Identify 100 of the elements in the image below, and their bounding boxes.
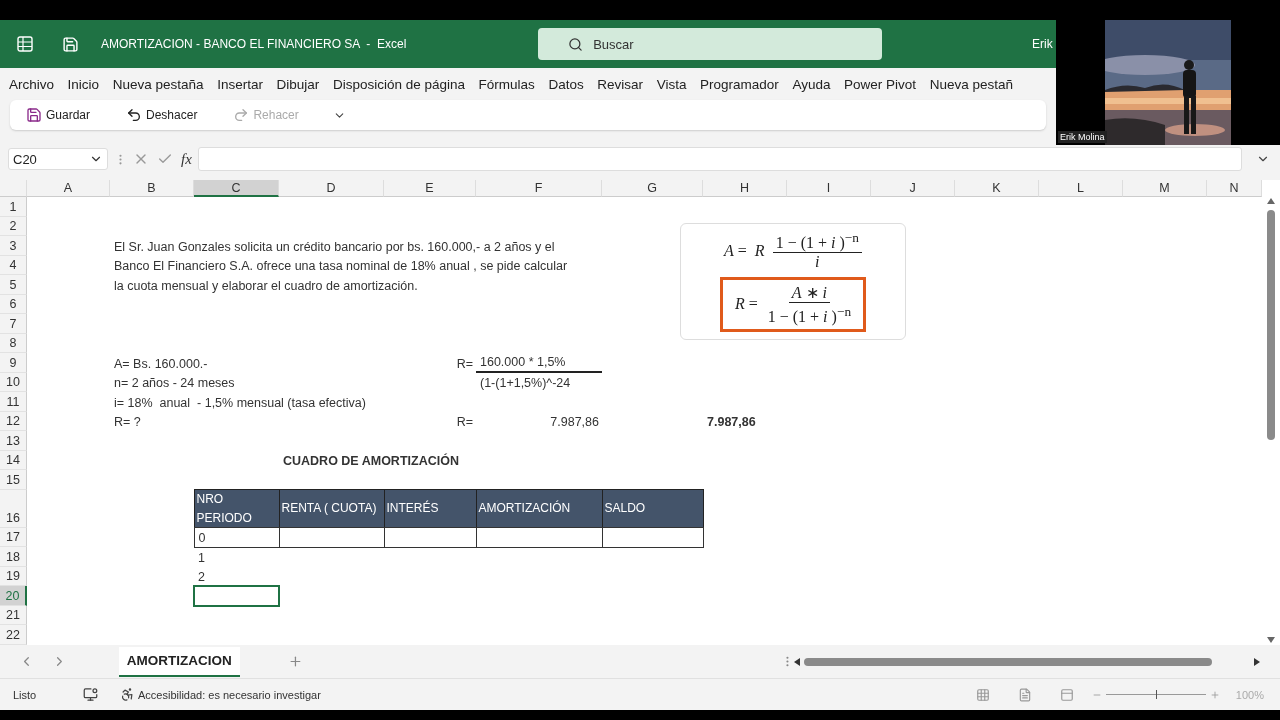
table-header-cell: NRO PERIODO (193, 489, 280, 528)
scroll-down-icon[interactable] (1267, 637, 1275, 643)
scroll-left-icon[interactable] (793, 657, 800, 666)
row-header[interactable]: 18 (0, 547, 27, 567)
column-header[interactable]: J (871, 180, 955, 197)
insert-function-button[interactable]: fx (181, 150, 192, 168)
column-header[interactable]: N (1207, 180, 1262, 197)
column-header[interactable]: F (476, 180, 602, 197)
cell-text: i= 18% anual - 1,5% mensual (tasa efectiva) (114, 395, 366, 410)
participant-name: Erik Molina (1058, 131, 1107, 143)
accessibility-status[interactable]: Accesibilidad: es necesario investigar (138, 688, 321, 701)
cell-text: R= (456, 356, 473, 371)
undo-button[interactable]: Deshacer (124, 105, 200, 125)
ribbon-tab[interactable]: Insertar (217, 76, 263, 92)
row-header[interactable]: 11 (0, 392, 27, 412)
column-header[interactable]: A (27, 180, 110, 197)
spreadsheet-icon (17, 36, 33, 52)
cell-text: (1-(1+1,5%)^-24 (480, 376, 571, 390)
add-sheet-icon[interactable] (287, 654, 303, 669)
table-header-cell: SALDO (601, 489, 704, 528)
page-layout-icon[interactable] (1017, 687, 1032, 702)
cell-text: 7.987,86 (550, 415, 599, 429)
accessibility-icon[interactable] (120, 687, 135, 702)
column-header[interactable]: K (955, 180, 1039, 197)
table-header-cell: INTERÉS (383, 489, 477, 528)
formula-input[interactable] (197, 147, 1242, 171)
formula-denominator: i (815, 253, 820, 272)
ribbon-tab[interactable]: Disposición de página (332, 76, 465, 92)
ribbon-tab[interactable]: Datos (548, 76, 584, 92)
normal-view-icon[interactable] (975, 687, 990, 702)
row-header[interactable]: 15 (0, 470, 27, 490)
save-icon (26, 107, 42, 123)
formula-numerator: 1 − (1 + i )$^{−n}$ (772, 230, 862, 254)
formula-numerator: A ∗ i (788, 283, 830, 304)
column-header[interactable]: M (1123, 180, 1207, 197)
cell-text: la cuota mensual y elaborar el cuadro de amortización. (114, 278, 418, 293)
cell-text: 2 (198, 570, 205, 584)
row-header[interactable]: 13 (0, 431, 27, 451)
formula-factor: R (754, 241, 765, 260)
table-cell: 0 (193, 527, 280, 548)
column-header[interactable]: L (1039, 180, 1123, 197)
row-header[interactable]: 9 (0, 353, 27, 373)
redo-icon (233, 107, 250, 123)
ribbon-tab[interactable]: Revisar (597, 76, 644, 92)
cell-text: Banco El Financiero S.A. ofrece una tasa nominal de 18% anual , se pide calcular (114, 259, 568, 273)
column-header[interactable]: B (110, 180, 194, 197)
cell-text: A= Bs. 160.000.- (114, 356, 208, 371)
row-header[interactable]: 3 (0, 236, 27, 256)
cell-text: El Sr. Juan Gonzales solicita un crédito bancario por bs. 160.000,- a 2 años y el (114, 239, 555, 254)
column-header[interactable]: E (384, 180, 476, 197)
ribbon-tab[interactable]: Nueva pestañ (929, 76, 1013, 92)
row-header[interactable]: 22 (0, 625, 27, 645)
column-header[interactable]: D (279, 180, 384, 197)
window-title: AMORTIZACION - BANCO EL FINANCIERO SA - Excel (101, 37, 407, 51)
ribbon-tab[interactable]: Inicio (67, 76, 100, 92)
cell-text: R= (456, 415, 473, 429)
search-icon (568, 36, 584, 52)
scrollbar-thumb[interactable] (1267, 210, 1275, 440)
cell-text: n= 2 años - 24 meses (114, 376, 235, 390)
cell-text: 1 (198, 550, 205, 565)
row-header[interactable]: 20 (0, 586, 27, 606)
cell-text: R= ? (114, 415, 141, 429)
column-header[interactable]: H (703, 180, 787, 197)
ribbon-tab[interactable]: Programador (700, 76, 779, 92)
formula-denominator: 1 − (1 + i )$^{−n}$ (767, 303, 852, 326)
page-break-icon[interactable] (1059, 687, 1074, 702)
ribbon-tab[interactable]: Ayuda (792, 76, 831, 92)
result-value: 7.987,86 (707, 415, 756, 429)
save-icon[interactable] (62, 35, 79, 53)
ribbon-tab[interactable]: Archivo (9, 76, 54, 92)
save-button[interactable]: Guardar (24, 105, 93, 125)
table-header-cell: AMORTIZACIÓN (475, 489, 603, 528)
column-header[interactable]: C (194, 180, 279, 197)
zoom-in-icon[interactable] (1209, 689, 1220, 700)
search-field[interactable]: Buscar (538, 28, 883, 60)
ribbon-tab[interactable]: Power Pivot (844, 76, 917, 92)
row-header[interactable]: 16 (0, 489, 27, 528)
table-header-cell: RENTA ( CUOTA) (278, 489, 385, 528)
ribbon-tab[interactable]: Nueva pestaña (112, 76, 204, 92)
user-name: Erik (1032, 37, 1054, 51)
scroll-up-icon[interactable] (1267, 198, 1275, 204)
ribbon-tab[interactable]: Vista (656, 76, 687, 92)
column-header[interactable]: G (602, 180, 703, 197)
status-text: Listo (13, 688, 38, 701)
formula-lhs: A = (724, 241, 747, 260)
name-box[interactable]: C20 (8, 148, 108, 170)
row-header[interactable]: 5 (0, 275, 27, 295)
ribbon-tab[interactable]: Dibujar (276, 76, 320, 92)
sheet-tab[interactable]: AMORTIZACION (118, 646, 240, 677)
macro-record-icon[interactable] (83, 687, 98, 702)
cell-text: 160.000 * 1,5% (480, 354, 566, 369)
search-placeholder: Buscar (593, 36, 634, 52)
column-header[interactable]: I (787, 180, 871, 197)
selected-cell[interactable] (193, 585, 280, 607)
ribbon-tab[interactable]: Fórmulas (478, 76, 535, 92)
table-title: CUADRO DE AMORTIZACIÓN (283, 454, 459, 468)
undo-icon (126, 107, 143, 123)
scroll-right-icon[interactable] (1254, 657, 1260, 666)
row-header[interactable]: 7 (0, 314, 27, 334)
row-header[interactable]: 1 (0, 197, 27, 217)
